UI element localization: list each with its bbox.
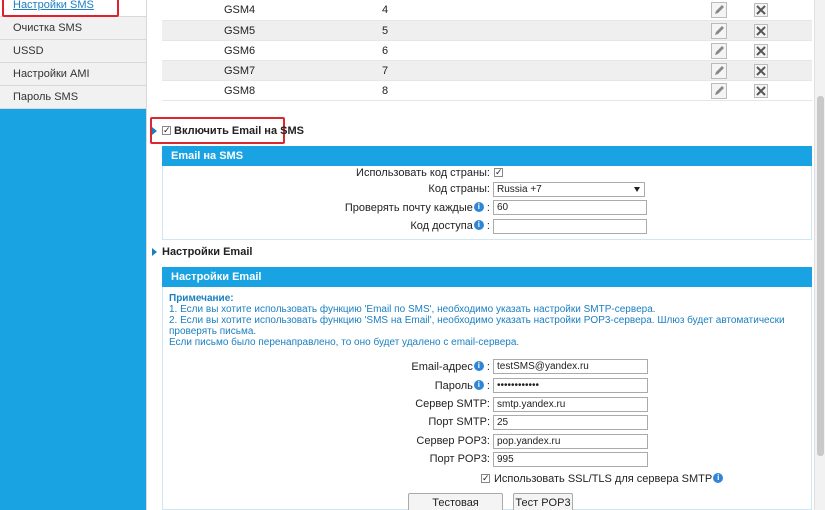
triangle-right-icon bbox=[152, 248, 157, 256]
note-title: Примечание: bbox=[169, 293, 234, 304]
pencil-icon[interactable] bbox=[711, 23, 727, 39]
password-input[interactable]: •••••••••••• bbox=[493, 378, 648, 393]
triangle-right-icon bbox=[152, 127, 157, 135]
access-code-label-row: Код доступа i : bbox=[410, 220, 490, 232]
table-row: GSM5 5 bbox=[162, 21, 812, 41]
gsm-name: GSM8 bbox=[224, 85, 256, 97]
pop3-server-input[interactable]: pop.yandex.ru bbox=[493, 434, 648, 449]
email-sms-section-header: Email на SMS bbox=[162, 146, 812, 166]
sidebar-item-sms-password[interactable]: Пароль SMS bbox=[0, 86, 146, 109]
country-code-value: Russia +7 bbox=[497, 184, 542, 195]
pop3-port-input[interactable]: 995 bbox=[493, 452, 648, 467]
chevron-down-icon bbox=[634, 187, 640, 192]
country-code-label: Код страны: bbox=[428, 183, 490, 195]
email-settings-section-header: Настройки Email bbox=[162, 267, 812, 287]
gsm-table: GSM4 4 GSM5 5 GSM6 6 GSM7 7 GSM8 8 bbox=[162, 0, 812, 101]
pencil-icon[interactable] bbox=[711, 83, 727, 99]
email-label-row: Email-адрес i : bbox=[411, 361, 490, 373]
scrollbar-thumb[interactable] bbox=[817, 96, 824, 456]
ssl-label-row: Использовать SSL/TLS для сервера SMTP i bbox=[494, 473, 724, 485]
gsm-name: GSM5 bbox=[224, 25, 256, 37]
email-settings-toggle[interactable]: Настройки Email bbox=[162, 246, 252, 258]
sidebar-divider bbox=[146, 0, 147, 510]
x-icon[interactable] bbox=[754, 84, 768, 98]
pop3-server-label: Сервер POP3: bbox=[416, 435, 490, 447]
check-mail-label-row: Проверять почту каждые i : bbox=[344, 202, 490, 214]
info-icon[interactable]: i bbox=[473, 220, 484, 230]
use-country-code-checkbox[interactable]: ✓ bbox=[494, 168, 503, 177]
pop3-port-label: Порт POP3: bbox=[429, 453, 490, 465]
access-code-label: Код доступа bbox=[410, 220, 473, 232]
info-icon[interactable]: i bbox=[473, 202, 484, 212]
info-icon[interactable]: i bbox=[713, 473, 724, 483]
smtp-port-label: Порт SMTP: bbox=[428, 416, 490, 428]
scrollbar[interactable] bbox=[814, 0, 825, 510]
gsm-number: 8 bbox=[382, 85, 389, 97]
sidebar-item-ami-settings[interactable]: Настройки AMI bbox=[0, 63, 146, 86]
gsm-number: 7 bbox=[382, 65, 389, 77]
x-icon[interactable] bbox=[754, 24, 768, 38]
active-item-highlight bbox=[2, 0, 119, 17]
smtp-server-label: Сервер SMTP: bbox=[415, 398, 490, 410]
table-row: GSM4 4 bbox=[162, 0, 812, 21]
info-icon[interactable]: i bbox=[473, 361, 484, 371]
table-row: GSM8 8 bbox=[162, 81, 812, 101]
email-label: Email-адрес bbox=[411, 361, 473, 373]
enable-email-sms-label: Включить Email на SMS bbox=[174, 125, 304, 137]
smtp-server-input[interactable]: smtp.yandex.ru bbox=[493, 397, 648, 412]
x-icon[interactable] bbox=[754, 64, 768, 78]
email-input[interactable]: testSMS@yandex.ru bbox=[493, 359, 648, 374]
country-code-select[interactable]: Russia +7 bbox=[493, 182, 645, 197]
test-send-button[interactable]: Тестовая отправка bbox=[408, 493, 503, 510]
sidebar: Настройки SMS Очистка SMS USSD Настройки… bbox=[0, 0, 146, 510]
ssl-checkbox[interactable]: ✓ bbox=[481, 474, 490, 483]
pencil-icon[interactable] bbox=[711, 2, 727, 18]
use-country-code-label: Использовать код страны: bbox=[356, 167, 490, 179]
sidebar-item-ussd[interactable]: USSD bbox=[0, 40, 146, 63]
gsm-number: 6 bbox=[382, 45, 389, 57]
pencil-icon[interactable] bbox=[711, 63, 727, 79]
x-icon[interactable] bbox=[754, 44, 768, 58]
x-icon[interactable] bbox=[754, 3, 768, 17]
table-row: GSM6 6 bbox=[162, 41, 812, 61]
note-line: Если письмо было перенаправлено, то оно … bbox=[169, 337, 520, 348]
gsm-name: GSM4 bbox=[224, 4, 256, 16]
gsm-number: 5 bbox=[382, 25, 389, 37]
check-mail-input[interactable]: 60 bbox=[493, 200, 647, 215]
enable-email-sms-checkbox[interactable]: ✓ bbox=[162, 126, 171, 135]
ssl-label: Использовать SSL/TLS для сервера SMTP bbox=[494, 473, 713, 485]
table-row: GSM7 7 bbox=[162, 61, 812, 81]
password-label-row: Пароль i : bbox=[434, 380, 490, 392]
info-icon[interactable]: i bbox=[473, 380, 484, 390]
smtp-port-input[interactable]: 25 bbox=[493, 415, 648, 430]
note-line: 1. Если вы хотите использовать функцию '… bbox=[169, 304, 656, 315]
password-label: Пароль bbox=[434, 380, 473, 392]
gsm-name: GSM7 bbox=[224, 65, 256, 77]
sidebar-item-clear-sms[interactable]: Очистка SMS bbox=[0, 17, 146, 40]
gsm-number: 4 bbox=[382, 4, 389, 16]
note: Примечание: 1. Если вы хотите использова… bbox=[169, 293, 809, 348]
pencil-icon[interactable] bbox=[711, 43, 727, 59]
test-pop3-button[interactable]: Тест POP3 bbox=[513, 493, 573, 510]
access-code-input[interactable] bbox=[493, 219, 647, 234]
note-line: 2. Если вы хотите использовать функцию '… bbox=[169, 315, 785, 337]
check-mail-label: Проверять почту каждые bbox=[344, 202, 473, 214]
gsm-name: GSM6 bbox=[224, 45, 256, 57]
